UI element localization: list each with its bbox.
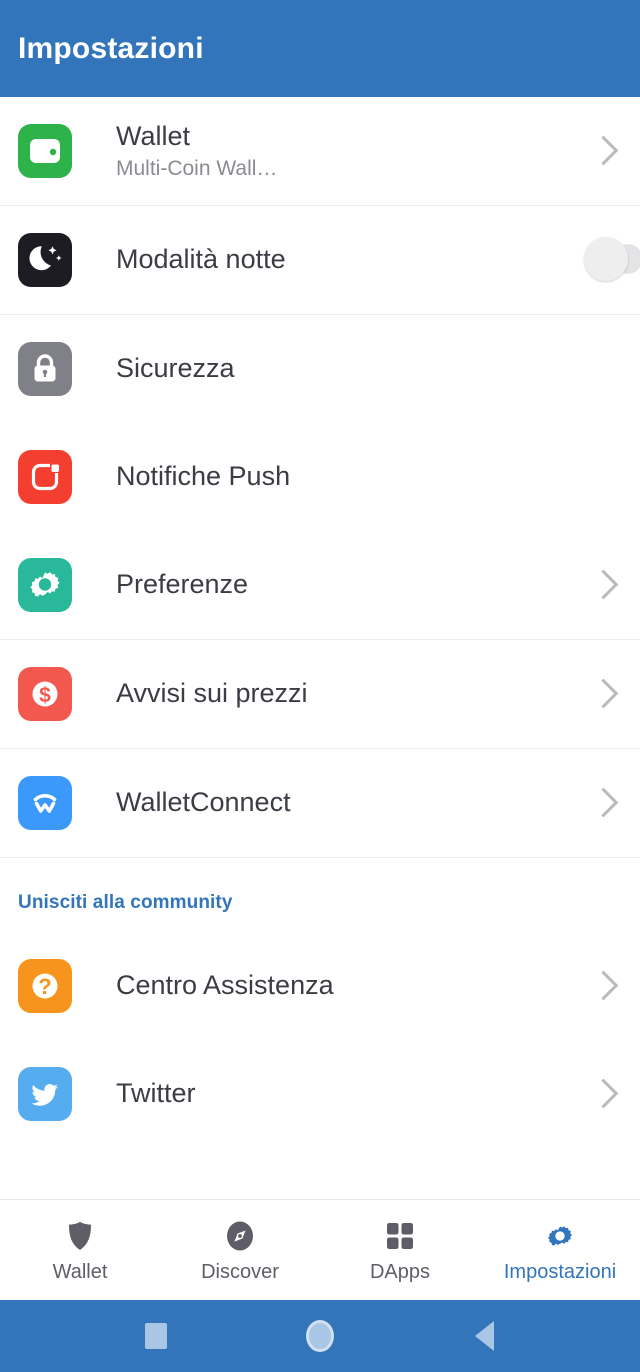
settings-row-price-alerts[interactable]: $ Avvisi sui prezzi [0,640,640,748]
tab-wallet[interactable]: Wallet [0,1200,160,1300]
wallet-icon [18,124,72,178]
row-text-block: Twitter [116,1078,590,1109]
tab-discover[interactable]: Discover [160,1200,320,1300]
settings-row-walletconnect[interactable]: WalletConnect [0,749,640,857]
row-text-block: Wallet Multi-Coin Wall… [116,121,590,181]
walletconnect-icon [18,776,72,830]
settings-row-label: Twitter [116,1078,196,1109]
android-system-nav [0,1300,640,1372]
row-text-block: WalletConnect [116,787,590,818]
settings-row-label: Notifiche Push [116,461,291,492]
tab-label: Discover [201,1261,279,1283]
settings-row-label: Preferenze [116,569,249,600]
app-bar: Impostazioni [0,0,640,97]
lock-icon [18,342,72,396]
twitter-icon [18,1067,72,1121]
row-text-block: Sicurezza [116,353,590,384]
settings-row-night-mode[interactable]: Modalità notte [0,206,640,314]
page-title: Impostazioni [18,31,204,65]
home-circle-button[interactable] [298,1314,342,1358]
night-mode-toggle[interactable] [584,237,640,283]
row-text-block: Notifiche Push [116,461,590,492]
chevron-right-icon [590,131,616,171]
tab-label: Wallet [52,1261,108,1283]
chevron-right-icon [590,783,616,823]
settings-row-push-notifications[interactable]: Notifiche Push [0,423,640,531]
gear-icon [18,558,72,612]
question-icon: ? [18,959,72,1013]
settings-row-security[interactable]: Sicurezza [0,315,640,423]
row-text-block: Avvisi sui prezzi [116,678,590,709]
dollar-alert-icon: $ [18,667,72,721]
toggle-thumb [584,237,628,281]
circle-icon [306,1320,334,1352]
chevron-right-icon [590,674,616,714]
settings-row-wallet[interactable]: Wallet Multi-Coin Wall… [0,97,640,205]
settings-row-twitter[interactable]: Twitter [0,1040,640,1148]
tab-label: DApps [369,1261,431,1283]
back-triangle-button[interactable] [462,1314,506,1358]
settings-row-subtitle: Multi-Coin Wall… [116,157,278,181]
row-text-block: Centro Assistenza [116,970,590,1001]
row-text-block: Modalità notte [116,244,584,275]
gear-icon [542,1218,578,1254]
tab-label: Impostazioni [503,1261,617,1283]
grid-icon [382,1218,418,1254]
compass-icon [222,1218,258,1254]
section-header-community: Unisciti alla community [0,858,640,932]
settings-row-preferences[interactable]: Preferenze [0,531,640,639]
triangle-left-icon [474,1321,494,1351]
svg-text:?: ? [38,974,51,999]
settings-row-help-center[interactable]: ? Centro Assistenza [0,932,640,1040]
settings-row-label: Sicurezza [116,353,235,384]
notification-icon [18,450,72,504]
square-icon [145,1323,167,1349]
settings-row-label: Avvisi sui prezzi [116,678,308,709]
chevron-right-icon [590,1074,616,1114]
shield-icon [62,1218,98,1254]
tab-settings[interactable]: Impostazioni [480,1200,640,1300]
bottom-tab-bar: Wallet Discover DApps Impostazioni [0,1199,640,1300]
row-text-block: Preferenze [116,569,590,600]
chevron-right-icon [590,966,616,1006]
recents-square-button[interactable] [134,1314,178,1358]
settings-row-label: WalletConnect [116,787,291,818]
settings-row-label: Wallet [116,120,191,151]
settings-scroll-area[interactable]: Wallet Multi-Coin Wall… Modalità notte S… [0,97,640,1199]
phone-screen: Impostazioni Wallet Multi-Coin Wall… Mod… [0,0,640,1372]
settings-row-label: Modalità notte [116,244,286,275]
chevron-right-icon [590,565,616,605]
tab-dapps[interactable]: DApps [320,1200,480,1300]
settings-row-label: Centro Assistenza [116,970,334,1001]
moon-icon [18,233,72,287]
svg-text:$: $ [39,684,51,707]
